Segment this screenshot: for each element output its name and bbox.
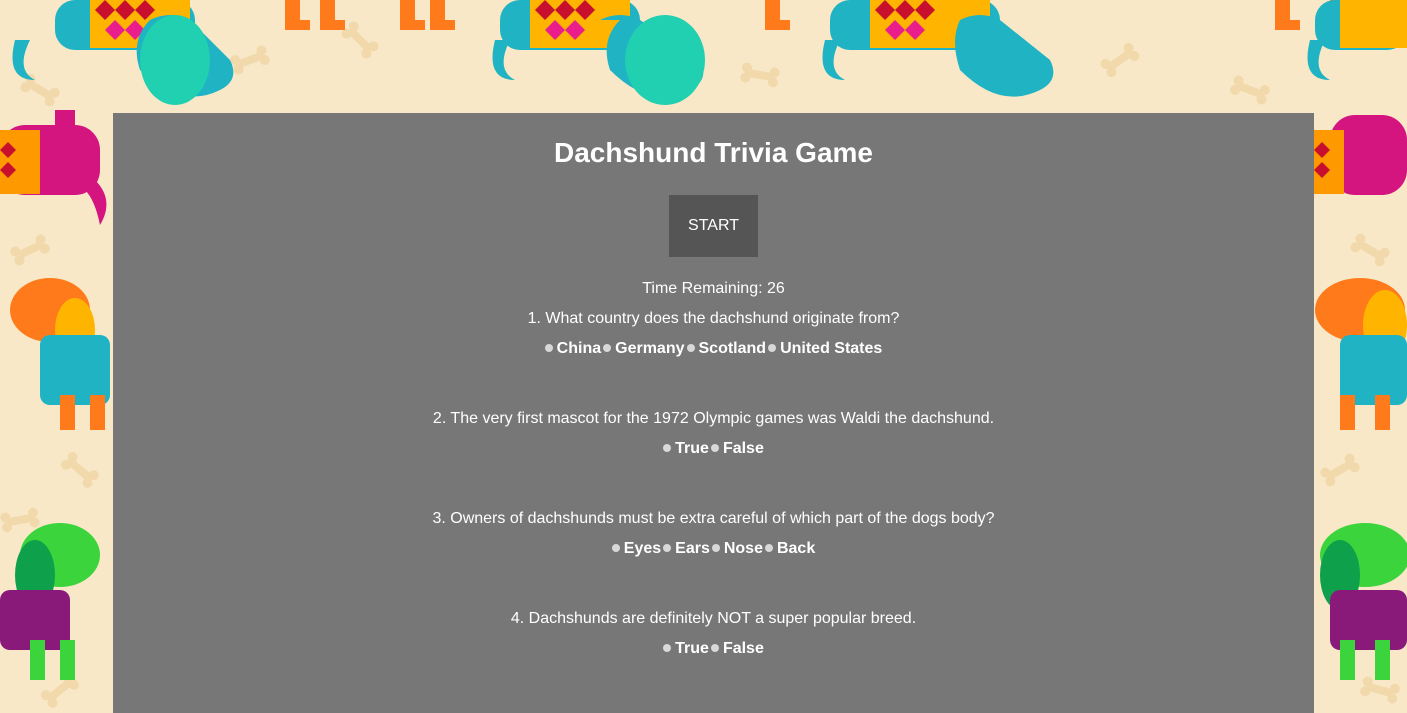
answer-option[interactable]: False: [710, 439, 764, 459]
answer-options: True False: [113, 639, 1314, 659]
question-block: 3. Owners of dachshunds must be extra ca…: [113, 509, 1314, 559]
timer: Time Remaining: 26: [113, 279, 1314, 299]
radio-button[interactable]: [768, 344, 777, 352]
answer-options: Eyes Ears Nose Back: [113, 539, 1314, 559]
answer-label: United States: [780, 340, 883, 357]
question-block: 1. What country does the dachshund origi…: [113, 309, 1314, 359]
answer-option[interactable]: China: [544, 339, 602, 359]
answer-label: Back: [776, 540, 816, 557]
answer-option[interactable]: United States: [768, 339, 882, 359]
radio-button[interactable]: [611, 544, 620, 552]
radio-button[interactable]: [710, 444, 719, 452]
radio-button[interactable]: [711, 544, 720, 552]
answer-option[interactable]: False: [710, 639, 764, 659]
radio-button[interactable]: [710, 644, 719, 652]
dachshund-icon: [12, 0, 1407, 105]
radio-button[interactable]: [544, 344, 553, 352]
answer-options: China Germany Scotland United States: [113, 339, 1314, 359]
timer-value: 26: [766, 280, 785, 297]
answer-options: True False: [113, 439, 1314, 459]
answer-label: Nose: [723, 540, 763, 557]
question-text: 4. Dachshunds are definitely NOT a super…: [510, 610, 917, 627]
question-list: 1. What country does the dachshund origi…: [113, 309, 1314, 659]
radio-button[interactable]: [663, 444, 672, 452]
radio-button[interactable]: [764, 544, 773, 552]
answer-option[interactable]: Back: [764, 539, 816, 559]
answer-label: Ears: [675, 540, 710, 557]
answer-option[interactable]: Eyes: [611, 539, 662, 559]
question-text: 1. What country does the dachshund origi…: [527, 310, 900, 327]
question-block: 4. Dachshunds are definitely NOT a super…: [113, 609, 1314, 659]
radio-button[interactable]: [663, 644, 672, 652]
dachshund-icon: [0, 110, 110, 680]
timer-label: Time Remaining:: [642, 280, 767, 297]
radio-button[interactable]: [686, 344, 695, 352]
answer-option[interactable]: Ears: [663, 539, 710, 559]
start-button[interactable]: START: [669, 195, 758, 257]
answer-option[interactable]: Scotland: [686, 339, 767, 359]
answer-label: True: [675, 440, 709, 457]
answer-label: Germany: [615, 340, 685, 357]
radio-button[interactable]: [603, 344, 612, 352]
answer-option[interactable]: True: [663, 639, 709, 659]
answer-option[interactable]: True: [663, 439, 709, 459]
answer-label: False: [722, 640, 764, 657]
page-title: Dachshund Trivia Game: [554, 137, 873, 168]
dachshund-icon: [1314, 115, 1407, 680]
answer-option[interactable]: Nose: [711, 539, 763, 559]
answer-label: China: [556, 340, 602, 357]
radio-button[interactable]: [663, 544, 672, 552]
trivia-panel: Dachshund Trivia Game START Time Remaini…: [113, 113, 1314, 713]
question-text: 2. The very first mascot for the 1972 Ol…: [432, 410, 995, 427]
answer-label: True: [675, 640, 709, 657]
answer-label: Scotland: [698, 340, 767, 357]
answer-label: Eyes: [623, 540, 662, 557]
question-text: 3. Owners of dachshunds must be extra ca…: [432, 510, 995, 527]
answer-option[interactable]: Germany: [603, 339, 685, 359]
answer-label: False: [722, 440, 764, 457]
question-block: 2. The very first mascot for the 1972 Ol…: [113, 409, 1314, 459]
